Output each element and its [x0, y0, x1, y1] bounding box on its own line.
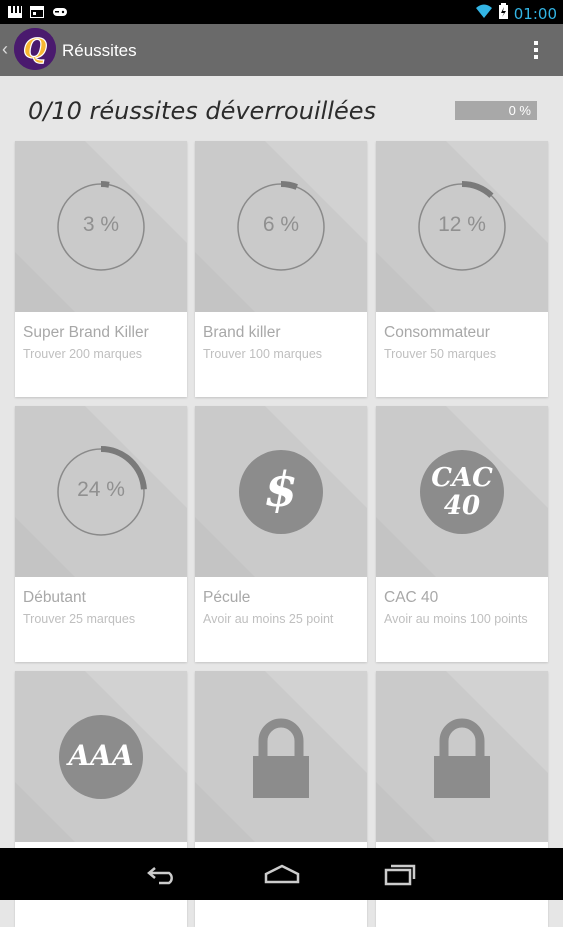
achievement-card[interactable]: 12 % Consommateur Trouver 50 marques [376, 141, 548, 397]
achievement-title: Débutant [23, 589, 86, 606]
achievement-image [195, 671, 367, 842]
achievement-description: Trouver 50 marques [384, 347, 497, 361]
chevron-left-icon[interactable]: ‹ [2, 39, 8, 60]
back-icon[interactable] [145, 862, 179, 891]
cac40-badge-line2: 40 [443, 491, 481, 521]
achievement-card[interactable]: CAC 40 CAC 40 Avoir au moins 100 points [376, 406, 548, 662]
achievement-image: 24 % [15, 406, 187, 577]
achievement-title: Super Brand Killer [23, 324, 149, 341]
achievement-description: Avoir au moins 100 points [384, 612, 528, 626]
aaa-badge-text: AAA [68, 739, 134, 772]
status-left-icons [8, 5, 67, 19]
achievement-card[interactable]: 24 % Débutant Trouver 25 marques [15, 406, 187, 662]
achievement-title: Brand killer [203, 324, 281, 341]
achievement-card[interactable]: 3 % Super Brand Killer Trouver 200 marqu… [15, 141, 187, 397]
progress-percent: 6 % [262, 213, 300, 236]
status-time: 01:00 [513, 4, 557, 23]
dollar-sign: $ [264, 462, 298, 518]
app-logo[interactable]: Q [14, 28, 56, 70]
achievement-image: 3 % [15, 141, 187, 312]
action-bar: ‹ Q Réussites [0, 24, 563, 76]
lock-icon [434, 718, 490, 798]
achievement-title: CAC 40 [384, 589, 439, 606]
progress-percent: 24 % [77, 478, 125, 501]
battery-icon [498, 3, 508, 24]
calendar-icon [29, 5, 45, 19]
achievement-description: Avoir au moins 25 point [203, 612, 334, 626]
achievement-card[interactable]: 6 % Brand killer Trouver 100 marques [195, 141, 367, 397]
progress-percent: 3 % [82, 213, 120, 236]
overflow-menu-icon[interactable] [533, 38, 539, 62]
overall-progress-bar: 0 % [455, 101, 537, 120]
recents-icon[interactable] [383, 862, 417, 891]
wifi-icon [475, 3, 493, 24]
gamepad-icon [52, 5, 67, 17]
home-icon[interactable] [263, 862, 301, 891]
achievement-description: Trouver 200 marques [23, 347, 143, 361]
achievement-title: Pécule [203, 589, 251, 606]
achievement-image: 6 % [195, 141, 367, 312]
navigation-bar [0, 848, 563, 900]
status-bar: 01:00 [0, 0, 563, 24]
achievements-content[interactable]: 0/10 réussites déverrouillées 0 % 3 % Su… [0, 76, 563, 927]
achievement-description: Trouver 100 marques [203, 347, 323, 361]
achievement-description: Trouver 25 marques [23, 612, 136, 626]
svg-text:Q: Q [23, 34, 47, 65]
unlocked-summary: 0/10 réussites déverrouillées [28, 97, 376, 125]
cac40-badge-line1: CAC [431, 463, 493, 493]
achievement-card[interactable]: $ Pécule Avoir au moins 25 point [195, 406, 367, 662]
achievement-image: AAA [15, 671, 187, 842]
overall-progress-label: 0 % [508, 103, 531, 118]
lock-icon [253, 718, 309, 798]
piano-icon [8, 5, 22, 18]
cac40-badge-text: CAC 40 [376, 464, 548, 520]
status-right-icons: 01:00 [475, 3, 557, 24]
achievement-image: CAC 40 [376, 406, 548, 577]
page-title: Réussites [62, 41, 137, 60]
achievement-image: $ [195, 406, 367, 577]
achievement-title: Consommateur [384, 324, 490, 341]
achievement-image [376, 671, 548, 842]
progress-percent: 12 % [438, 213, 486, 236]
achievement-image: 12 % [376, 141, 548, 312]
